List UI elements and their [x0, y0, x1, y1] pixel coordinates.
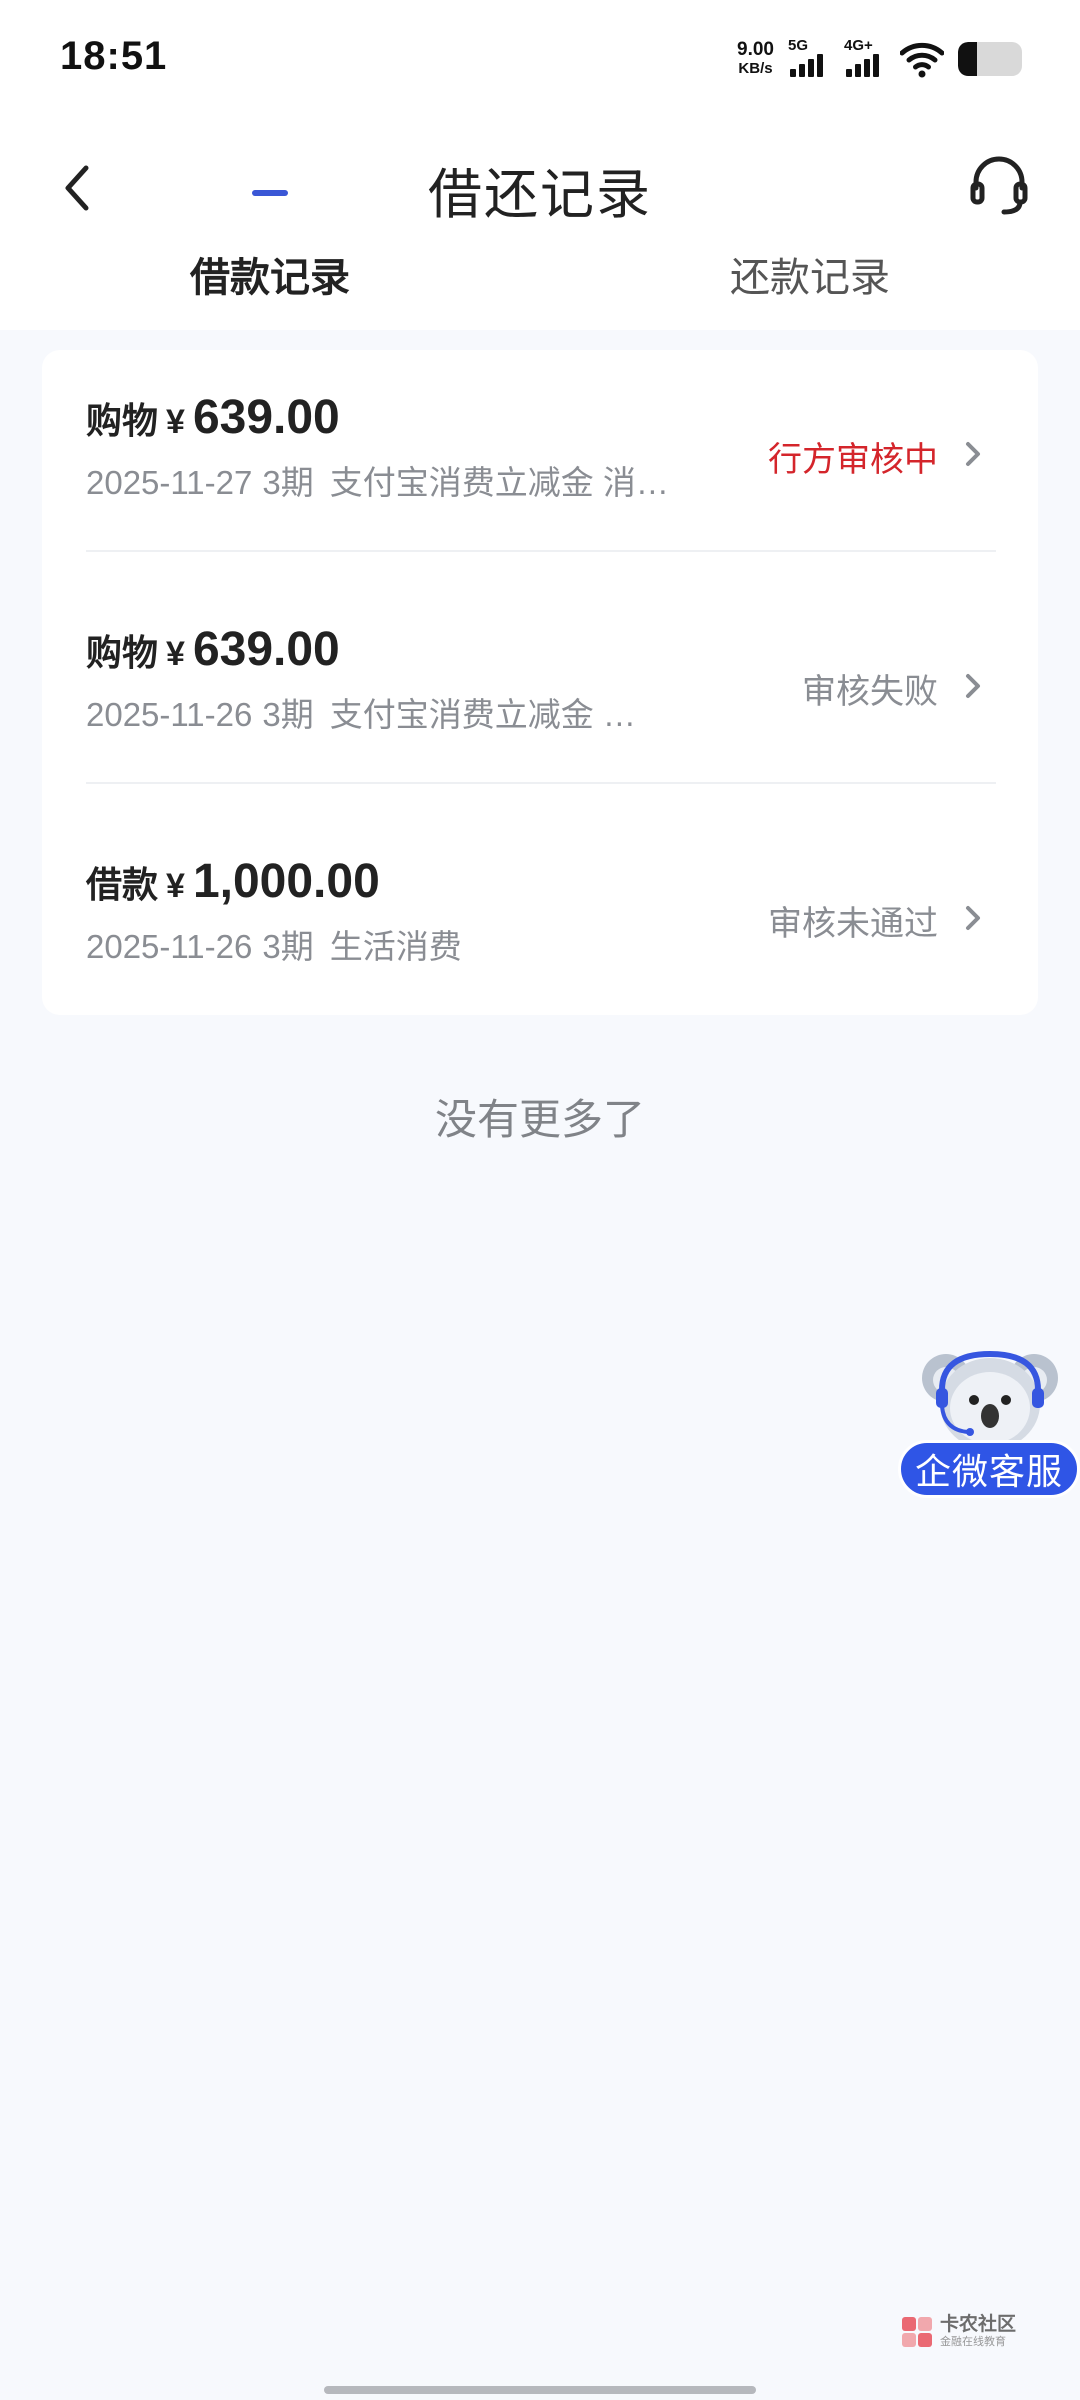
- signal-5g-icon: 5G: [788, 37, 830, 79]
- page-title: 借还记录: [428, 165, 652, 225]
- record-term: 3期: [262, 928, 314, 965]
- floating-service-label: 企微客服: [898, 1440, 1080, 1498]
- record-date: 2025-11-27: [86, 464, 253, 501]
- record-note: 支付宝消费立减金 …: [329, 696, 636, 733]
- record-title: 购物 ¥ 639.00: [86, 622, 340, 677]
- wifi-icon: [900, 42, 944, 78]
- record-term: 3期: [262, 696, 314, 733]
- sim2-label: 4G+: [844, 37, 873, 54]
- signal-4g-icon: 4G+: [844, 37, 886, 79]
- record-amount: 639.00: [192, 391, 340, 444]
- record-note: 支付宝消费立减金 消…: [329, 464, 669, 501]
- koala-mascot-icon: [922, 1350, 1058, 1450]
- divider: [86, 782, 996, 784]
- record-type: 借款: [86, 864, 159, 905]
- network-speed-unit: KB/s: [738, 60, 773, 77]
- floating-customer-service[interactable]: 企微客服: [898, 1342, 1080, 1500]
- record-title: 借款 ¥ 1,000.00: [86, 854, 380, 909]
- tab-borrow-records[interactable]: 借款记录: [120, 250, 420, 330]
- watermark-main-text: 卡农社区: [940, 2314, 1017, 2335]
- currency-symbol: ¥: [166, 635, 185, 673]
- chevron-right-icon: [966, 442, 980, 466]
- record-item[interactable]: 购物 ¥ 639.00 2025-11-27 3期 支付宝消费立减金 消… 行方审核…: [42, 350, 1038, 582]
- record-item[interactable]: 借款 ¥ 1,000.00 2025-11-26 3期 生活消费 审核未通过: [42, 814, 1038, 1046]
- status-time: 18:51: [60, 34, 168, 78]
- record-amount: 639.00: [192, 623, 340, 676]
- battery-icon: [958, 42, 1022, 76]
- record-date: 2025-11-26: [86, 928, 253, 965]
- no-more-text: 没有更多了: [434, 1096, 645, 1143]
- active-tab-indicator: [252, 190, 288, 196]
- chevron-right-icon: [966, 674, 980, 698]
- watermark-sub-text: 金融在线教育: [940, 2336, 1006, 2348]
- record-term: 3期: [262, 464, 314, 501]
- tab-repay-records[interactable]: 还款记录: [660, 250, 960, 330]
- record-type: 购物: [86, 632, 159, 673]
- record-tabs: 借款记录 还款记录: [0, 250, 1080, 330]
- record-type: 购物: [86, 400, 159, 441]
- record-title: 购物 ¥ 639.00: [86, 390, 340, 445]
- record-status: 审核失败: [802, 673, 938, 711]
- page-header: 借还记录 借款记录 还款记录: [0, 120, 1080, 330]
- record-date: 2025-11-26: [86, 696, 253, 733]
- home-indicator[interactable]: [324, 2386, 756, 2394]
- battery-fill: [958, 42, 978, 76]
- record-amount: 1,000.00: [192, 855, 380, 908]
- sim1-label: 5G: [788, 37, 809, 54]
- network-speed: 9.00 KB/s: [737, 40, 774, 78]
- watermark: 卡农社区 金融在线教育: [900, 2310, 1020, 2354]
- customer-service-button[interactable]: [964, 150, 1034, 220]
- network-speed-value: 9.00: [737, 39, 774, 60]
- record-status: 审核未通过: [768, 905, 938, 943]
- headset-icon: [970, 156, 1028, 215]
- chevron-right-icon: [966, 906, 980, 930]
- currency-symbol: ¥: [166, 867, 185, 905]
- status-icons: 9.00 KB/s 5G 4G+: [737, 36, 1022, 82]
- record-detail: 2025-11-26 3期 支付宝消费立减金 …: [86, 688, 652, 736]
- record-item[interactable]: 购物 ¥ 639.00 2025-11-26 3期 支付宝消费立减金 … 审核失败: [42, 582, 1038, 814]
- record-detail: 2025-11-27 3期 支付宝消费立减金 消…: [86, 456, 685, 504]
- record-status: 行方审核中: [768, 441, 938, 479]
- status-bar: 18:51 9.00 KB/s 5G 4G+: [0, 0, 1080, 120]
- records-card: 购物 ¥ 639.00 2025-11-27 3期 支付宝消费立减金 消… 行方审核…: [42, 350, 1038, 1015]
- watermark-logo-icon: [902, 2317, 932, 2347]
- divider: [86, 550, 996, 552]
- record-detail: 2025-11-26 3期 生活消费: [86, 920, 478, 968]
- record-note: 生活消费: [329, 928, 462, 965]
- currency-symbol: ¥: [166, 403, 185, 441]
